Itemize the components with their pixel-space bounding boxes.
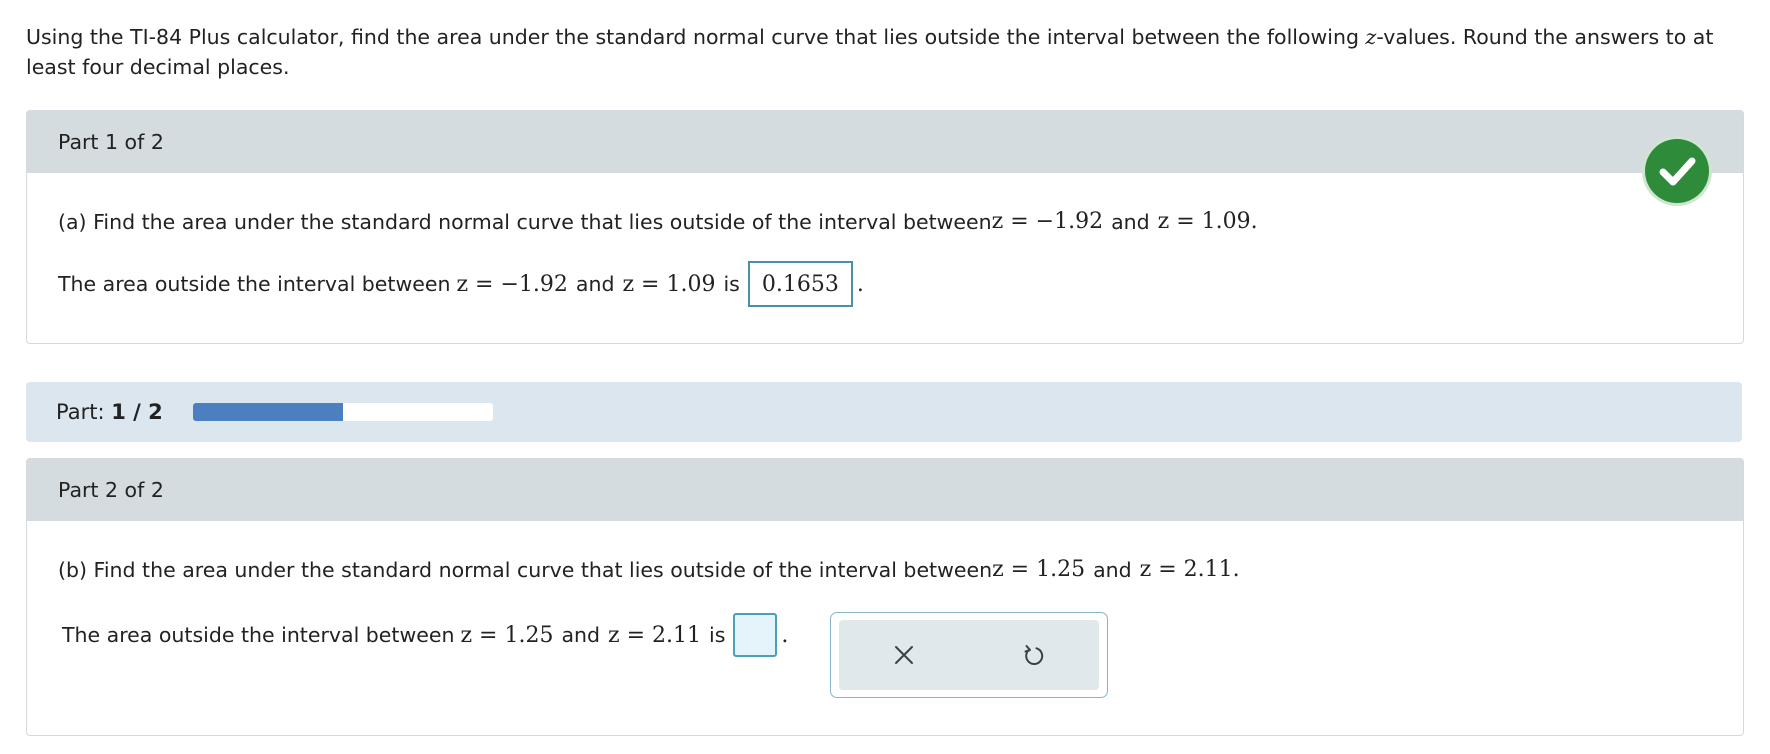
part2-and: and xyxy=(1093,557,1132,582)
answer-toolbar-inner xyxy=(839,620,1099,690)
part2-answer-and: and xyxy=(561,623,601,647)
part2-answer-end: . xyxy=(781,622,789,648)
part2-question-end: . xyxy=(1232,557,1240,582)
undo-button[interactable] xyxy=(1009,630,1059,680)
part2-answer-input[interactable] xyxy=(733,613,778,657)
progress-label-text: Part: xyxy=(56,400,105,424)
part1-answer-end: . xyxy=(856,271,864,297)
clear-button[interactable] xyxy=(879,630,929,680)
part1-answer-z1: z = −1.92 xyxy=(456,271,568,297)
part1-answer-line: The area outside the interval between z … xyxy=(58,261,864,307)
part2-header: Part 2 of 2 xyxy=(27,459,1743,521)
intro-variable: z xyxy=(1365,25,1377,49)
part2-answer-line: The area outside the interval between z … xyxy=(62,613,788,657)
progress-count: 1 / 2 xyxy=(111,400,163,424)
part1-answer-z2: z = 1.09 xyxy=(622,271,716,297)
part1-header: Part 1 of 2 xyxy=(27,111,1743,173)
part2-answer-is: is xyxy=(709,623,726,647)
part2-z1: z = 1.25 xyxy=(992,557,1086,582)
part1-question-text: (a) Find the area under the standard nor… xyxy=(58,209,992,234)
close-icon xyxy=(895,646,913,664)
answer-toolbar xyxy=(830,612,1108,698)
part2-z2: z = 2.11 xyxy=(1139,557,1233,582)
intro-text: Using the TI-84 Plus calculator, find th… xyxy=(26,25,1366,49)
part-progress: Part: 1 / 2 xyxy=(26,382,1742,442)
progress-bar xyxy=(192,403,493,421)
part1-answer-is: is xyxy=(723,272,740,296)
part1-z1: z = −1.92 xyxy=(991,209,1104,234)
part1-answer-text: The area outside the interval between xyxy=(58,272,451,296)
part2-answer-text: The area outside the interval between xyxy=(62,623,455,647)
part2-answer-z1: z = 1.25 xyxy=(460,622,554,648)
part1-question: (a) Find the area under the standard nor… xyxy=(58,209,1258,234)
progress-label: Part: 1 / 2 xyxy=(56,400,163,424)
part1-z2: z = 1.09 xyxy=(1157,209,1251,234)
part1-question-end: . xyxy=(1250,209,1258,234)
part1-card: Part 1 of 2 (a) Find the area under the … xyxy=(26,110,1744,344)
undo-icon xyxy=(1024,645,1044,665)
part2-question: (b) Find the area under the standard nor… xyxy=(58,557,1240,582)
part2-question-text: (b) Find the area under the standard nor… xyxy=(58,557,993,582)
part1-header-label: Part 1 of 2 xyxy=(58,130,164,154)
part2-answer-z2: z = 2.11 xyxy=(608,622,702,648)
part1-and: and xyxy=(1111,209,1150,234)
question-intro: Using the TI-84 Plus calculator, find th… xyxy=(26,22,1726,82)
part1-answer-and: and xyxy=(575,272,615,296)
progress-bar-fill xyxy=(192,403,343,421)
correct-check-icon xyxy=(1645,139,1709,203)
part2-header-label: Part 2 of 2 xyxy=(58,478,164,502)
part1-answer-field[interactable]: 0.1653 xyxy=(747,261,853,307)
